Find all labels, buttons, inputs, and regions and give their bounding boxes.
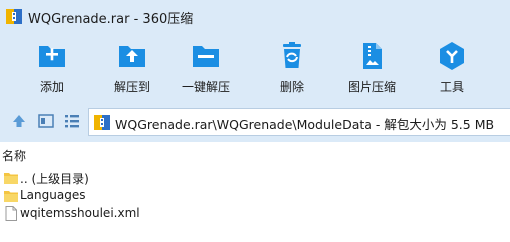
navigation-row: WQGrenade.rar\WQGrenade\ModuleData - 解包大… [0, 106, 510, 136]
list-item-file[interactable]: wqitemsshoulei.xml [0, 205, 300, 223]
extract-to-button[interactable]: 解压到 [94, 36, 170, 98]
window-header: WQGrenade.rar - 360压缩 添加 解压到 一键解压 删除 图片压… [0, 0, 510, 142]
extract-to-icon [119, 46, 145, 67]
title-bar: WQGrenade.rar - 360压缩 [0, 0, 510, 34]
tools-button[interactable]: 工具 [414, 36, 490, 98]
column-header-name[interactable]: 名称 [2, 147, 26, 164]
image-compress-label: 图片压缩 [347, 80, 396, 94]
toolbar: 添加 解压到 一键解压 删除 图片压缩 工具 [0, 36, 510, 98]
folder-icon [4, 173, 18, 184]
list-item-name: Languages [20, 188, 86, 202]
list-item-folder[interactable]: Languages [0, 187, 300, 205]
file-list: 名称 .. (上级目录) Languages wqitemsshoulei.xm… [0, 142, 510, 242]
list-item-name: .. (上级目录) [20, 172, 89, 186]
detail-view-icon[interactable] [37, 112, 55, 130]
delete-icon [283, 42, 301, 68]
add-button[interactable]: 添加 [14, 36, 90, 98]
list-item-name: wqitemsshoulei.xml [20, 206, 140, 220]
archive-app-icon [6, 9, 22, 24]
one-click-extract-button[interactable]: 一键解压 [168, 36, 244, 98]
address-bar[interactable]: WQGrenade.rar\WQGrenade\ModuleData - 解包大… [88, 108, 510, 136]
delete-label: 删除 [279, 80, 304, 94]
extract-to-label: 解压到 [113, 80, 150, 94]
archive-icon [94, 115, 110, 130]
tools-icon [440, 42, 464, 70]
file-icon [5, 206, 17, 221]
one-click-extract-label: 一键解压 [181, 80, 230, 94]
list-view-icon[interactable] [63, 112, 81, 130]
folder-icon [4, 191, 18, 202]
window-title: WQGrenade.rar - 360压缩 [28, 12, 194, 27]
up-arrow-icon[interactable] [10, 112, 28, 130]
image-compress-button[interactable]: 图片压缩 [334, 36, 410, 98]
one-click-extract-icon [193, 46, 219, 67]
delete-button[interactable]: 删除 [254, 36, 330, 98]
address-path: WQGrenade.rar\WQGrenade\ModuleData - 解包大… [115, 117, 495, 132]
tools-label: 工具 [439, 80, 464, 94]
add-label: 添加 [39, 80, 64, 94]
add-icon [39, 46, 65, 67]
image-compress-icon [363, 43, 382, 69]
list-item-parent-directory[interactable]: .. (上级目录) [0, 169, 300, 187]
